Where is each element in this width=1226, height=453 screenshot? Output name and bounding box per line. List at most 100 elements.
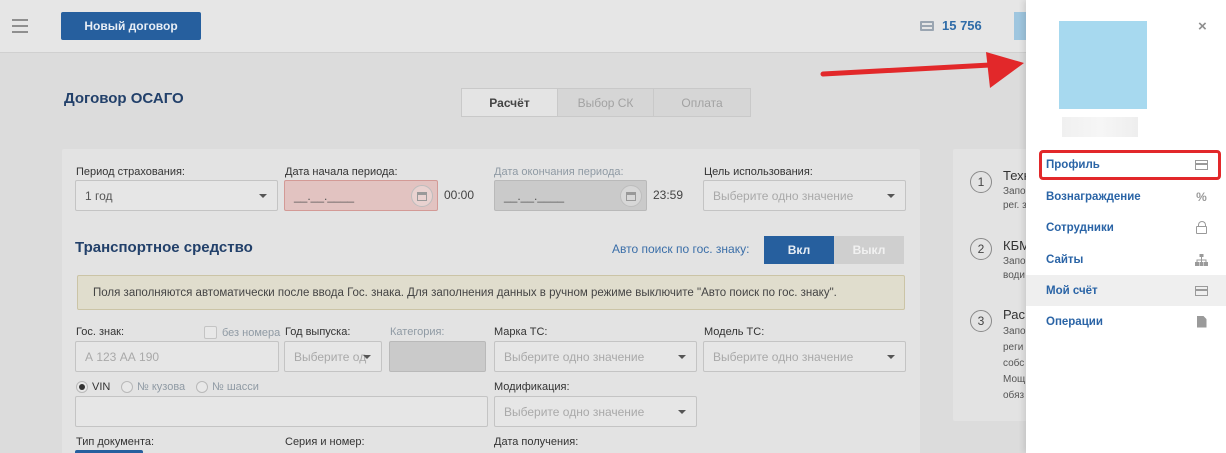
step-text: собс — [1003, 358, 1025, 369]
received-date-label: Дата получения: — [494, 436, 579, 448]
toggle-on-button[interactable]: Вкл — [764, 236, 834, 264]
category-label: Категория: — [390, 326, 445, 338]
page-title: Договор ОСАГО — [64, 90, 184, 107]
auto-search-toggle: Вкл Выкл — [764, 236, 904, 264]
period-value: 1 год — [85, 188, 113, 203]
year-placeholder: Выберите од — [294, 349, 367, 364]
year-label: Год выпуска: — [285, 326, 351, 338]
plate-input[interactable]: А 123 АА 190 — [75, 341, 279, 372]
vin-radio-label: VIN — [92, 381, 111, 393]
step-text: Запо — [1003, 256, 1026, 267]
menu-item-label: Сотрудники — [1046, 221, 1114, 234]
percent-icon: % — [1196, 189, 1207, 204]
year-select[interactable]: Выберите од — [284, 341, 382, 372]
vehicle-section-title: Транспортное средство — [75, 239, 253, 256]
brand-label: Марка ТС: — [494, 326, 548, 338]
end-date-input: __.__.____ — [494, 180, 647, 211]
step-number: 3 — [970, 310, 992, 332]
modification-label: Модификация: — [494, 381, 570, 393]
toggle-off-button[interactable]: Выкл — [834, 236, 904, 264]
menu-item-label: Операции — [1046, 315, 1103, 328]
vin-input[interactable] — [75, 396, 488, 427]
chevron-down-icon — [887, 194, 895, 198]
menu-item-my-account[interactable]: Мой счёт — [1026, 275, 1226, 306]
menu-item-employees[interactable]: Сотрудники — [1026, 212, 1226, 243]
model-placeholder: Выберите одно значение — [713, 349, 854, 364]
sitemap-icon — [1195, 253, 1208, 266]
category-field — [389, 341, 486, 372]
close-icon[interactable]: × — [1198, 18, 1207, 35]
chassis-number-label: № шасси — [212, 381, 259, 393]
balance-amount: 15 756 — [942, 18, 982, 33]
menu-item-label: Мой счёт — [1046, 284, 1098, 297]
brand-select[interactable]: Выберите одно значение — [494, 341, 697, 372]
start-date-value: __.__.____ — [294, 188, 355, 203]
calendar-icon — [620, 185, 642, 207]
menu-item-sites[interactable]: Сайты — [1026, 244, 1226, 275]
vin-radio[interactable] — [76, 381, 88, 393]
step-number: 1 — [970, 171, 992, 193]
doc-type-label: Тип документа: — [76, 436, 155, 448]
model-label: Модель ТС: — [704, 326, 765, 338]
auto-fill-notice: Поля заполняются автоматически после вво… — [77, 275, 905, 310]
period-select[interactable]: 1 год — [75, 180, 278, 211]
user-name-blurred — [1062, 117, 1138, 137]
no-plate-label: без номера — [222, 327, 281, 339]
lock-icon — [1195, 220, 1208, 234]
calendar-icon[interactable] — [411, 185, 433, 207]
chevron-down-icon — [259, 194, 267, 198]
step-text: реги — [1003, 342, 1024, 353]
end-date-value: __.__.____ — [504, 188, 565, 203]
profile-highlight-annotation — [1039, 150, 1221, 180]
modification-select[interactable]: Выберите одно значение — [494, 396, 697, 427]
modification-placeholder: Выберите одно значение — [504, 404, 645, 419]
menu-item-reward[interactable]: Вознаграждение % — [1026, 181, 1226, 212]
step-choose-insurer[interactable]: Выбор СК — [558, 89, 654, 116]
wallet-card-icon — [920, 20, 934, 31]
step-title: Рас — [1003, 307, 1025, 322]
step-text: обяз — [1003, 390, 1025, 401]
chevron-down-icon — [678, 355, 686, 359]
menu-item-label: Сайты — [1046, 253, 1084, 266]
period-label: Период страхования: — [76, 166, 185, 178]
card-icon — [1195, 284, 1208, 297]
auto-search-label: Авто поиск по гос. знаку: — [612, 242, 750, 256]
step-text: води — [1003, 270, 1025, 281]
chevron-down-icon — [678, 410, 686, 414]
contract-form: Период страхования: 1 год Дата начала пе… — [62, 149, 920, 453]
purpose-select[interactable]: Выберите одно значение — [703, 180, 906, 211]
new-contract-button[interactable]: Новый договор — [61, 12, 201, 40]
chevron-down-icon — [363, 355, 371, 359]
step-number: 2 — [970, 238, 992, 260]
step-calculation[interactable]: Расчёт — [462, 89, 558, 116]
start-date-input[interactable]: __.__.____ — [284, 180, 438, 211]
menu-item-operations[interactable]: Операции — [1026, 306, 1226, 337]
menu-item-label: Вознаграждение — [1046, 190, 1141, 203]
step-payment[interactable]: Оплата — [654, 89, 750, 116]
balance[interactable]: 15 756 — [920, 18, 982, 33]
model-select[interactable]: Выберите одно значение — [703, 341, 906, 372]
body-number-label: № кузова — [137, 381, 186, 393]
purpose-placeholder: Выберите одно значение — [713, 188, 854, 203]
document-icon — [1195, 315, 1208, 328]
step-text: Запо — [1003, 326, 1026, 337]
step-text: Запо — [1003, 186, 1026, 197]
series-label: Серия и номер: — [285, 436, 365, 448]
end-date-label: Дата окончания периода: — [494, 166, 624, 178]
chevron-down-icon — [887, 355, 895, 359]
avatar — [1059, 21, 1147, 109]
start-time: 00:00 — [444, 188, 475, 202]
purpose-label: Цель использования: — [704, 166, 813, 178]
step-text: Мощ — [1003, 374, 1026, 385]
chassis-number-radio[interactable] — [196, 381, 208, 393]
end-time: 23:59 — [653, 188, 684, 202]
plate-placeholder: А 123 АА 190 — [85, 349, 160, 364]
body-number-radio[interactable] — [121, 381, 133, 393]
annotation-arrow-icon — [820, 52, 1024, 88]
hamburger-menu-icon[interactable] — [12, 19, 28, 33]
brand-placeholder: Выберите одно значение — [504, 349, 645, 364]
profile-dropdown-panel: × Профиль Вознаграждение % Сотрудники Са… — [1026, 0, 1226, 453]
wizard-steps: Расчёт Выбор СК Оплата — [461, 88, 751, 117]
no-plate-checkbox[interactable] — [204, 326, 217, 339]
start-date-label: Дата начала периода: — [285, 166, 398, 178]
